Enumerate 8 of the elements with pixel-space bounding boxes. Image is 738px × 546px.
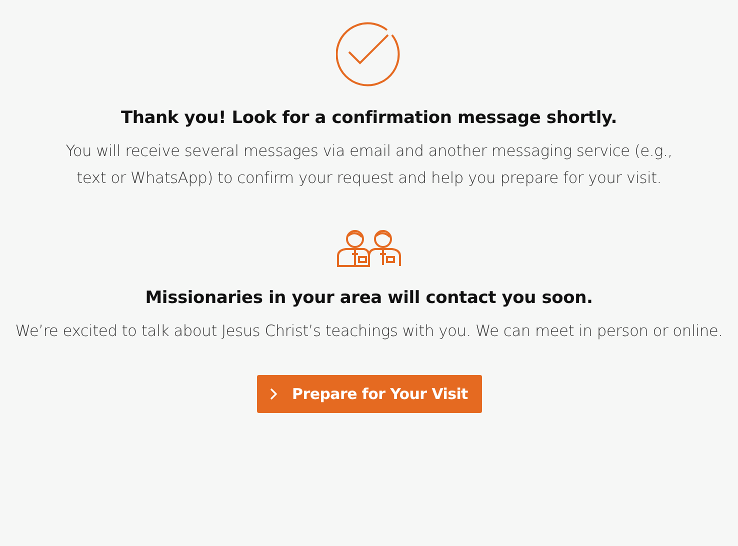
section-heading: Thank you! Look for a confirmation message shortly. [120,108,618,128]
section-text: We’re excited to talk about Jesus Christ’s teachings with you. We can meet in person or online. [14,321,724,342]
prepare-visit-button[interactable]: Prepare for Your Visit [256,375,482,413]
checkmark-circle-icon [336,22,402,88]
people-icon [336,228,402,268]
section-heading: Missionaries in your area will contact you soon. [145,288,593,308]
section-text: You will receive several messages via email and another messaging service (e.g., text or WhatsApp) to confirm your request and help you prepare for your visit. [64,141,674,189]
chevron-right-icon [270,388,278,400]
